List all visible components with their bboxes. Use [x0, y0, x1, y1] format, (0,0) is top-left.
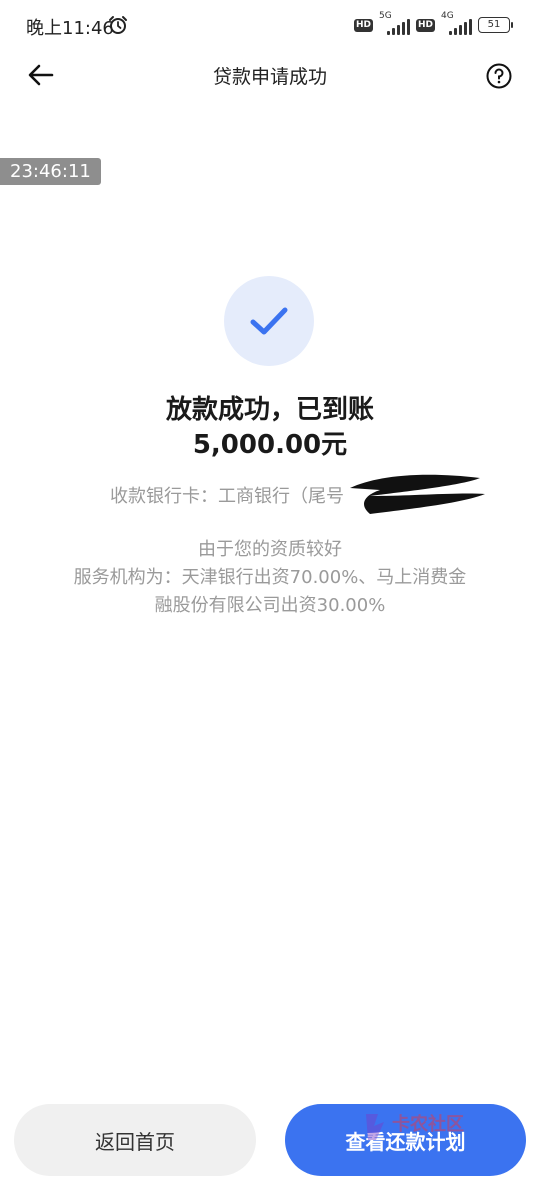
status-time: 晚上11:46: [26, 18, 114, 39]
note-line: 融股份有限公司出资30.00%: [154, 595, 386, 616]
success-check-badge: [224, 276, 314, 366]
redaction-scribble: [350, 474, 485, 514]
watermark-text: 卡农社区: [392, 1114, 464, 1135]
result-title: 放款成功，已到账: [165, 395, 374, 425]
signal-5g: 5G: [379, 11, 410, 35]
network-4g-label: 4G: [441, 11, 454, 21]
timestamp-overlay: 23:46:11: [0, 158, 101, 185]
hd-badge: HD: [415, 18, 435, 32]
signal-bars-icon: [449, 19, 472, 35]
status-bar: 晚上11:46 HD 5G HD 4G 51: [0, 0, 540, 52]
network-5g-label: 5G: [378, 11, 392, 21]
note-line: 由于您的资质较好: [198, 539, 342, 560]
checkmark-icon: [250, 307, 288, 335]
back-to-home-button[interactable]: 返回首页: [14, 1104, 256, 1176]
note-line: 服务机构为：天津银行出资70.00%、马上消费金: [73, 567, 467, 588]
help-icon[interactable]: [486, 63, 512, 89]
battery-icon: 51: [478, 17, 513, 33]
signal-bars-icon: [386, 19, 410, 35]
loan-amount: 5,000.00元: [192, 430, 348, 460]
signal-4g: 4G: [441, 11, 472, 35]
hd-badge: HD: [353, 18, 373, 32]
page-title: 贷款申请成功: [212, 66, 327, 88]
status-indicators: HD 5G HD 4G 51: [353, 11, 513, 36]
receiving-bank-card: 收款银行卡：工商银行（尾号: [110, 486, 344, 507]
alarm-clock-icon: [109, 16, 127, 34]
